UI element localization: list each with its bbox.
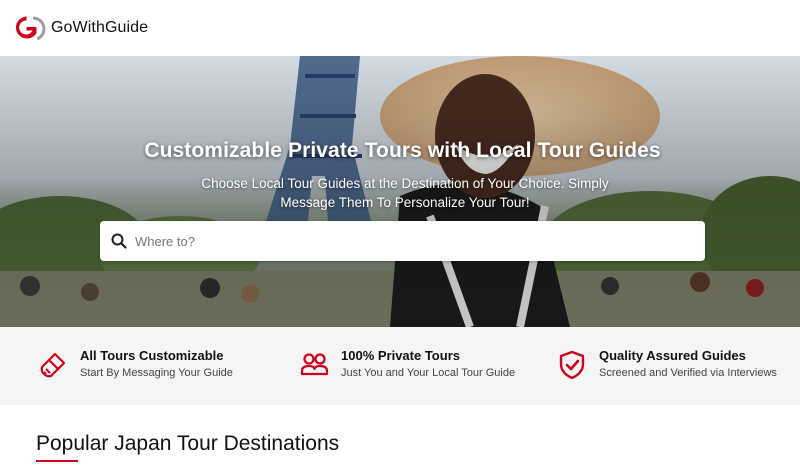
feature-customizable: All Tours Customizable Start By Messagin… — [38, 347, 233, 380]
people-icon — [300, 353, 329, 376]
feature-private: 100% Private Tours Just You and Your Loc… — [299, 347, 515, 380]
section-underline — [36, 460, 78, 462]
brush-icon — [40, 352, 66, 378]
section-title: Popular Japan Tour Destinations — [36, 432, 340, 455]
feature-desc: Start By Messaging Your Guide — [80, 367, 233, 379]
hero-banner: Customizable Private Tours with Local To… — [0, 56, 800, 327]
brand-name[interactable]: GoWithGuide — [51, 19, 148, 37]
shield-check-icon — [559, 350, 585, 380]
feature-desc: Screened and Verified via Interviews — [599, 367, 777, 379]
feature-desc: Just You and Your Local Tour Guide — [341, 367, 516, 379]
features-bar: All Tours Customizable Start By Messagin… — [0, 327, 800, 405]
gowithguide-logo-icon[interactable] — [13, 14, 47, 42]
feature-quality: Quality Assured Guides Screened and Veri… — [557, 347, 777, 380]
feature-title: 100% Private Tours — [341, 348, 460, 363]
search-icon — [111, 233, 127, 249]
destination-search-input[interactable] — [135, 233, 675, 249]
feature-title: All Tours Customizable — [80, 348, 224, 363]
destination-search-box[interactable] — [100, 221, 705, 261]
feature-title: Quality Assured Guides — [599, 348, 746, 363]
hero-subtitle: Choose Local Tour Guides at the Destinat… — [201, 176, 609, 210]
hero-title: Customizable Private Tours with Local To… — [144, 139, 661, 162]
site-header: GoWithGuide — [0, 0, 800, 56]
